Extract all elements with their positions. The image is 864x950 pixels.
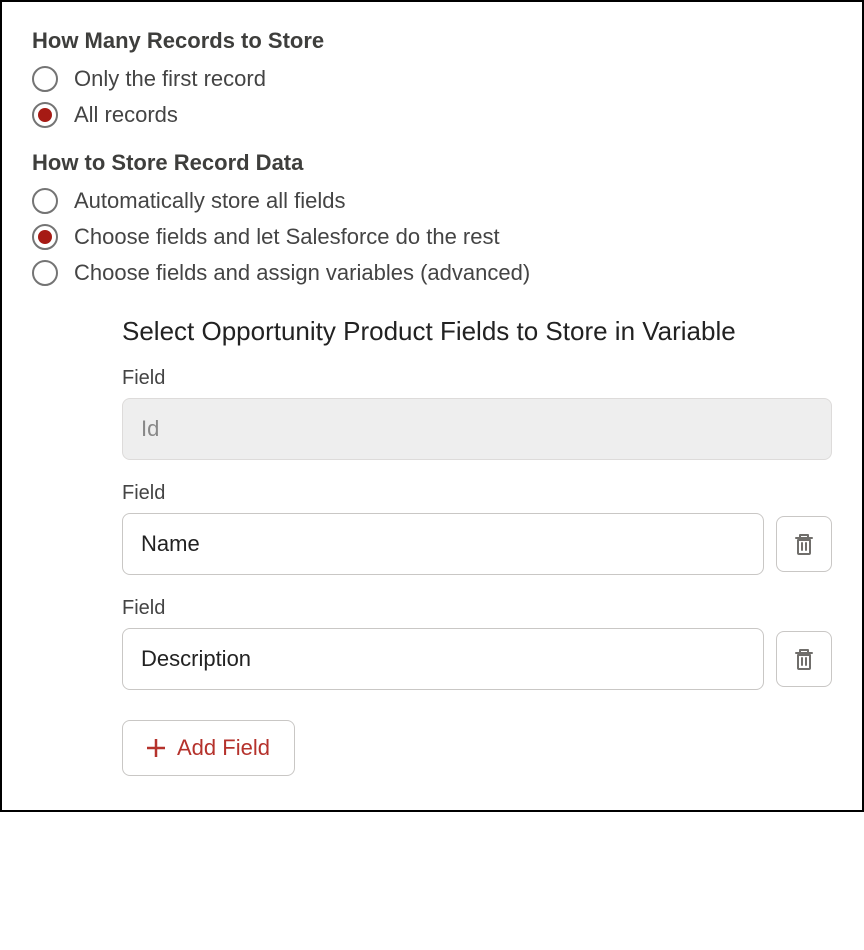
field-row: Name — [122, 513, 832, 575]
radio-icon — [32, 102, 58, 128]
field-input: Id — [122, 398, 832, 460]
trash-icon — [793, 532, 815, 556]
add-field-button[interactable]: Add Field — [122, 720, 295, 776]
radio-label: Choose fields and assign variables (adva… — [74, 260, 530, 286]
how-many-records-title: How Many Records to Store — [32, 28, 832, 54]
fields-section: Select Opportunity Product Fields to Sto… — [122, 314, 832, 776]
how-to-store-option-0[interactable]: Automatically store all fields — [32, 188, 832, 214]
radio-label: All records — [74, 102, 178, 128]
field-label: Field — [122, 367, 832, 390]
how-many-records-group: Only the first record All records — [32, 66, 832, 128]
fields-heading: Select Opportunity Product Fields to Sto… — [122, 314, 832, 349]
how-to-store-option-1[interactable]: Choose fields and let Salesforce do the … — [32, 224, 832, 250]
field-label: Field — [122, 482, 832, 505]
how-to-store-option-2[interactable]: Choose fields and assign variables (adva… — [32, 260, 832, 286]
config-panel: How Many Records to Store Only the first… — [0, 0, 864, 812]
field-label: Field — [122, 597, 832, 620]
field-block: Field Name — [122, 482, 832, 575]
field-block: Field Description — [122, 597, 832, 690]
radio-icon — [32, 188, 58, 214]
radio-icon — [32, 224, 58, 250]
field-row: Id — [122, 398, 832, 460]
radio-label: Automatically store all fields — [74, 188, 345, 214]
how-many-records-option-0[interactable]: Only the first record — [32, 66, 832, 92]
add-field-label: Add Field — [177, 735, 270, 761]
radio-label: Choose fields and let Salesforce do the … — [74, 224, 500, 250]
how-to-store-group: Automatically store all fields Choose fie… — [32, 188, 832, 286]
radio-label: Only the first record — [74, 66, 266, 92]
field-input[interactable]: Name — [122, 513, 764, 575]
how-to-store-title: How to Store Record Data — [32, 150, 832, 176]
field-row: Description — [122, 628, 832, 690]
radio-icon — [32, 260, 58, 286]
delete-field-button[interactable] — [776, 516, 832, 572]
field-input[interactable]: Description — [122, 628, 764, 690]
trash-icon — [793, 647, 815, 671]
radio-icon — [32, 66, 58, 92]
field-block: Field Id — [122, 367, 832, 460]
how-many-records-option-1[interactable]: All records — [32, 102, 832, 128]
plus-icon — [147, 739, 165, 757]
delete-field-button[interactable] — [776, 631, 832, 687]
